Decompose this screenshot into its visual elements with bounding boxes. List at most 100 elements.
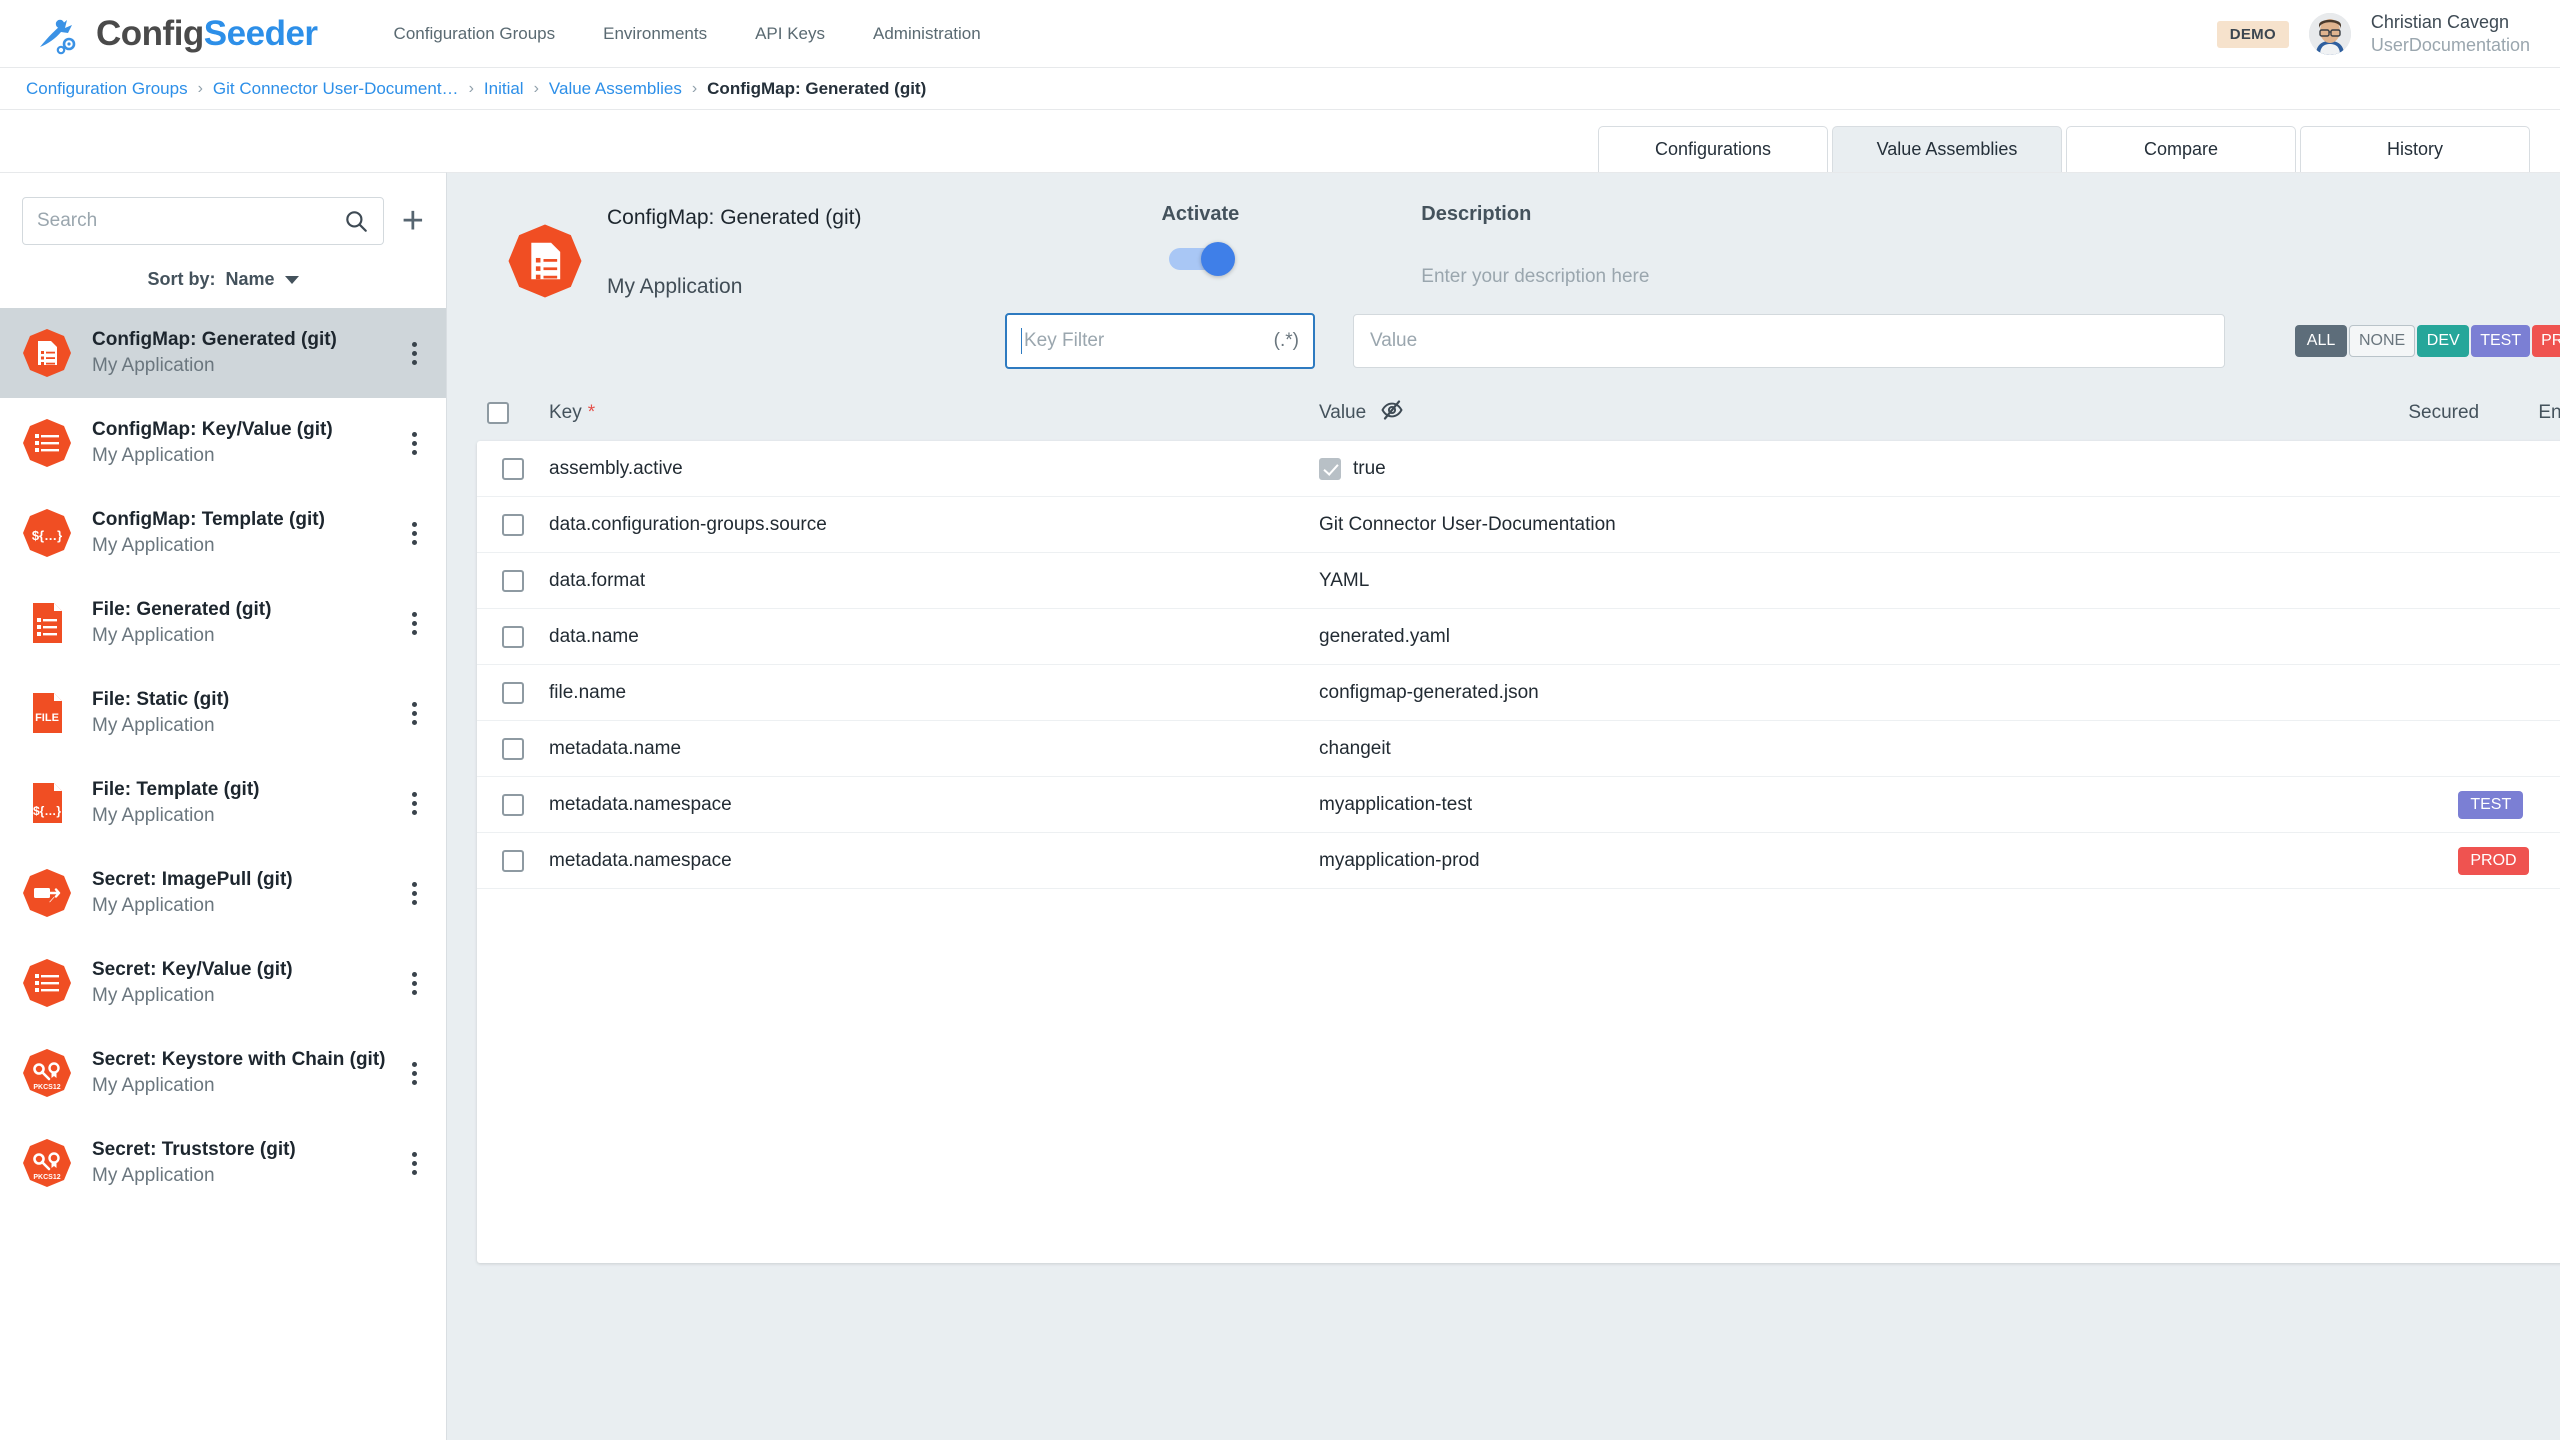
- cell-environment: PROD: [2458, 847, 2560, 875]
- search-box[interactable]: [22, 197, 384, 245]
- value-filter-input[interactable]: Value: [1353, 314, 2225, 368]
- table-row[interactable]: metadata.name changeit: [477, 721, 2560, 777]
- tab-history[interactable]: History: [2300, 126, 2530, 172]
- table-row[interactable]: assembly.active true: [477, 441, 2560, 497]
- key-filter-input[interactable]: Key Filter (.*): [1005, 313, 1315, 369]
- cell-value: changeit: [1319, 738, 2328, 760]
- more-options-icon[interactable]: [404, 876, 424, 911]
- env-chip-all[interactable]: ALL: [2295, 325, 2347, 357]
- row-select-cell: [477, 738, 549, 760]
- user-avatar[interactable]: [2309, 13, 2351, 55]
- env-chip-none[interactable]: NONE: [2349, 325, 2415, 357]
- row-checkbox[interactable]: [502, 626, 524, 648]
- nav-right-cluster: DEMO Christian Cavegn UserDocumentation: [2217, 0, 2530, 68]
- list-item[interactable]: ⟋ Secret: ImagePull (git) My Application: [0, 848, 446, 938]
- table-row[interactable]: file.name configmap-generated.json: [477, 665, 2560, 721]
- breadcrumb-separator-icon: ›: [469, 80, 474, 98]
- configmap-generated-icon: [507, 223, 583, 299]
- list-item[interactable]: FILE File: Static (git) My Application: [0, 668, 446, 758]
- activate-toggle[interactable]: [1169, 248, 1231, 270]
- breadcrumb-item-git-connector[interactable]: Git Connector User-Document…: [213, 79, 459, 99]
- sort-by-value[interactable]: Name: [225, 269, 274, 290]
- secret-keyvalue-icon: [22, 958, 72, 1008]
- key-filter-placeholder: Key Filter: [1024, 330, 1274, 352]
- more-options-icon[interactable]: [404, 1056, 424, 1091]
- table-row[interactable]: data.name generated.yaml: [477, 609, 2560, 665]
- more-options-icon[interactable]: [404, 426, 424, 461]
- tab-compare[interactable]: Compare: [2066, 126, 2296, 172]
- tab-value-assemblies[interactable]: Value Assemblies: [1832, 126, 2062, 172]
- select-all-checkbox[interactable]: [487, 402, 509, 424]
- breadcrumb-item-current: ConfigMap: Generated (git): [707, 79, 926, 99]
- list-item-text: ConfigMap: Generated (git) My Applicatio…: [92, 327, 384, 378]
- breadcrumb-item-value-assemblies[interactable]: Value Assemblies: [549, 79, 682, 99]
- row-checkbox[interactable]: [502, 794, 524, 816]
- toggle-knob: [1201, 242, 1235, 276]
- nav-link-api-keys[interactable]: API Keys: [731, 24, 849, 44]
- env-chip-test[interactable]: TEST: [2471, 325, 2530, 357]
- breadcrumb-item-configuration-groups[interactable]: Configuration Groups: [26, 79, 188, 99]
- user-info[interactable]: Christian Cavegn UserDocumentation: [2371, 11, 2530, 58]
- configseeder-logo-icon: [34, 13, 80, 55]
- chevron-down-icon[interactable]: [285, 276, 299, 284]
- file-static-icon: FILE: [22, 688, 72, 738]
- tab-configurations[interactable]: Configurations: [1598, 126, 1828, 172]
- table-row[interactable]: metadata.namespace myapplication-test TE…: [477, 777, 2560, 833]
- eye-off-icon[interactable]: [1380, 398, 1404, 428]
- nav-link-environments[interactable]: Environments: [579, 24, 731, 44]
- more-options-icon[interactable]: [404, 516, 424, 551]
- nav-link-administration[interactable]: Administration: [849, 24, 1005, 44]
- row-checkbox[interactable]: [502, 850, 524, 872]
- table-row[interactable]: metadata.namespace myapplication-prod PR…: [477, 833, 2560, 889]
- cell-value-text: changeit: [1319, 738, 1391, 760]
- environment-filter-chips: ALL NONE DEV TEST PROD: [2295, 325, 2560, 357]
- more-options-icon[interactable]: [404, 336, 424, 371]
- list-item[interactable]: File: Generated (git) My Application: [0, 578, 446, 668]
- search-input[interactable]: [37, 210, 343, 232]
- list-item[interactable]: ${…} ConfigMap: Template (git) My Applic…: [0, 488, 446, 578]
- more-options-icon[interactable]: [404, 786, 424, 821]
- environment-badge: PROD: [2458, 847, 2528, 875]
- env-chip-dev[interactable]: DEV: [2417, 325, 2469, 357]
- more-options-icon[interactable]: [404, 966, 424, 1001]
- svg-text:${…}: ${…}: [33, 804, 61, 818]
- more-options-icon[interactable]: [404, 1146, 424, 1181]
- description-control: Description Enter your description here: [1421, 203, 1649, 288]
- list-item-subtitle: My Application: [92, 623, 384, 649]
- cell-key: data.name: [549, 626, 1319, 648]
- add-assembly-button[interactable]: +: [402, 210, 424, 233]
- env-chip-prod[interactable]: PROD: [2532, 325, 2560, 357]
- list-item-title: Secret: Truststore (git): [92, 1137, 384, 1163]
- list-item-subtitle: My Application: [92, 533, 384, 559]
- row-checkbox[interactable]: [502, 738, 524, 760]
- row-checkbox[interactable]: [502, 682, 524, 704]
- search-icon[interactable]: [343, 208, 369, 234]
- nav-link-configuration-groups[interactable]: Configuration Groups: [370, 24, 580, 44]
- file-template-icon: ${…}: [22, 778, 72, 828]
- row-checkbox[interactable]: [502, 570, 524, 592]
- row-checkbox[interactable]: [502, 514, 524, 536]
- more-options-icon[interactable]: [404, 606, 424, 641]
- breadcrumb-item-initial[interactable]: Initial: [484, 79, 524, 99]
- list-item[interactable]: ConfigMap: Key/Value (git) My Applicatio…: [0, 398, 446, 488]
- list-item[interactable]: PKCS12 Secret: Keystore with Chain (git)…: [0, 1028, 446, 1118]
- description-input[interactable]: Enter your description here: [1421, 266, 1649, 288]
- page-subtitle: My Application: [607, 276, 861, 297]
- table-row[interactable]: data.configuration-groups.source Git Con…: [477, 497, 2560, 553]
- list-item-text: Secret: Key/Value (git) My Application: [92, 957, 384, 1008]
- list-item-text: File: Generated (git) My Application: [92, 597, 384, 648]
- list-item[interactable]: Secret: Key/Value (git) My Application: [0, 938, 446, 1028]
- value-boolean-checkbox[interactable]: [1319, 458, 1341, 480]
- table-row[interactable]: data.format YAML: [477, 553, 2560, 609]
- row-select-cell: [477, 850, 549, 872]
- assemblies-sidebar: + Sort by: Name ConfigMap: Ge: [0, 172, 447, 1440]
- secret-truststore-icon: PKCS12: [22, 1138, 72, 1188]
- list-item[interactable]: ${…} File: Template (git) My Application: [0, 758, 446, 848]
- more-options-icon[interactable]: [404, 696, 424, 731]
- sort-by-label: Sort by:: [147, 269, 215, 290]
- list-item[interactable]: PKCS12 Secret: Truststore (git) My Appli…: [0, 1118, 446, 1208]
- sort-control[interactable]: Sort by: Name: [0, 257, 446, 308]
- row-checkbox[interactable]: [502, 458, 524, 480]
- list-item[interactable]: ConfigMap: Generated (git) My Applicatio…: [0, 308, 446, 398]
- brand-logo[interactable]: ConfigSeeder: [34, 13, 318, 55]
